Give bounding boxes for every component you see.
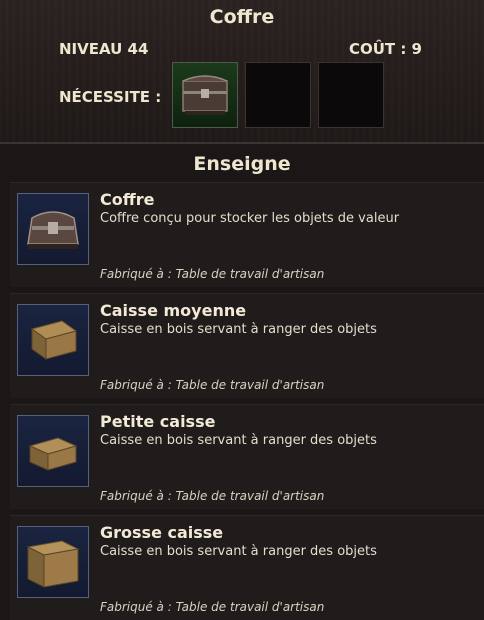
large-crate-icon — [26, 540, 80, 588]
required-slot-3[interactable] — [318, 62, 384, 128]
item-name: Grosse caisse — [100, 523, 224, 542]
item-description: Caisse en bois servant à ranger des obje… — [100, 322, 377, 337]
item-crafted-at: Fabriqué à : Table de travail d'artisan — [100, 267, 325, 281]
item-description: Caisse en bois servant à ranger des obje… — [100, 544, 377, 559]
item-crafted-at: Fabriqué à : Table de travail d'artisan — [100, 600, 325, 614]
item-thumbnail — [17, 193, 89, 265]
item-name: Caisse moyenne — [100, 301, 247, 320]
recipe-title: Coffre — [209, 6, 275, 28]
item-thumbnail — [17, 526, 89, 598]
required-slot-1[interactable] — [172, 62, 238, 128]
item-thumbnail — [17, 304, 89, 376]
item-crafted-at: Fabriqué à : Table de travail d'artisan — [100, 489, 325, 503]
item-thumbnail — [17, 415, 89, 487]
item-name: Petite caisse — [100, 412, 216, 431]
list-item-petite-caisse[interactable]: Petite caisse Caisse en bois servant à r… — [10, 404, 484, 509]
chest-icon — [182, 75, 228, 115]
section-title: Enseigne — [193, 153, 291, 175]
medium-crate-icon — [30, 320, 78, 360]
item-description: Coffre conçu pour stocker les objets de … — [100, 211, 400, 226]
list-item-grosse-caisse[interactable]: Grosse caisse Caisse en bois servant à r… — [10, 515, 484, 620]
small-crate-icon — [28, 437, 78, 471]
item-description: Caisse en bois servant à ranger des obje… — [100, 433, 377, 448]
list-item-coffre[interactable]: Coffre Coffre conçu pour stocker les obj… — [10, 182, 484, 287]
ornate-chest-icon — [27, 211, 79, 249]
header-divider — [0, 142, 484, 144]
cost-label: COÛT : 9 — [348, 40, 422, 58]
required-slot-2[interactable] — [245, 62, 311, 128]
list-item-caisse-moyenne[interactable]: Caisse moyenne Caisse en bois servant à … — [10, 293, 484, 398]
item-name: Coffre — [100, 190, 155, 209]
level-label: NIVEAU 44 — [59, 40, 149, 58]
requires-label: NÉCESSITE : — [59, 88, 162, 106]
recipe-header: Coffre NIVEAU 44 COÛT : 9 NÉCESSITE : — [0, 0, 484, 143]
item-crafted-at: Fabriqué à : Table de travail d'artisan — [100, 378, 325, 392]
